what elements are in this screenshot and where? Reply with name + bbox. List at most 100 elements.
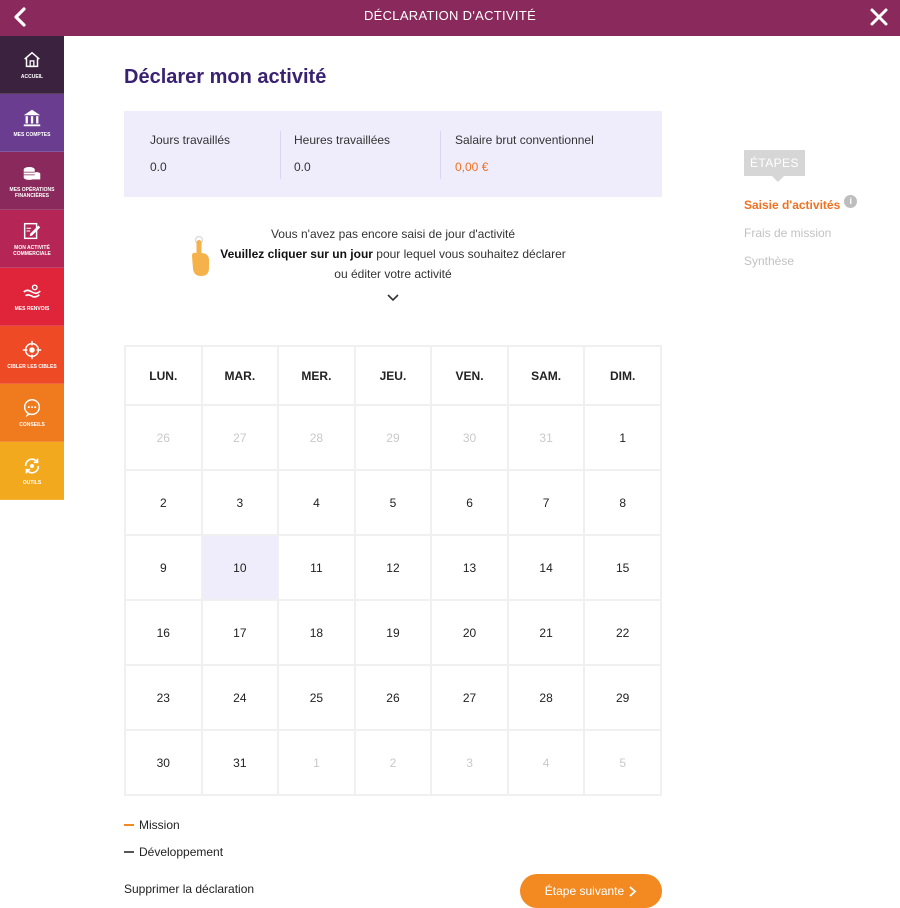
sidebar-item-label: MES OPÉRATIONS FINANCIÈRES xyxy=(9,187,55,199)
chat-icon xyxy=(23,399,41,418)
sidebar-item-label: MES COMPTES xyxy=(13,132,51,138)
calendar-day[interactable]: 13 xyxy=(430,534,509,601)
stat-label: Heures travaillées xyxy=(294,133,391,147)
calendar-day[interactable]: 19 xyxy=(353,599,433,666)
calendar-day[interactable]: 7 xyxy=(506,469,586,536)
sidebar-item-outils[interactable]: OUTILS xyxy=(0,442,64,500)
weekday-header-row: LUN. MAR. MER. JEU. VEN. SAM. DIM. xyxy=(124,345,662,406)
calendar-day[interactable]: 4 xyxy=(277,469,356,536)
page-title: Déclarer mon activité xyxy=(124,66,327,88)
calendar-day[interactable]: 9 xyxy=(124,534,203,601)
calendar-day[interactable]: 25 xyxy=(277,664,356,731)
next-step-button[interactable]: Étape suivante xyxy=(520,874,662,908)
steps-panel: ÉTAPES Saisie d'activités i Frais de mis… xyxy=(744,150,894,268)
weekday-header: JEU. xyxy=(353,345,433,406)
calendar-day[interactable]: 18 xyxy=(277,599,356,666)
stat-value: 0.0 xyxy=(294,160,311,174)
home-icon xyxy=(24,51,40,68)
sidebar-item-conseils[interactable]: CONSEILS xyxy=(0,384,64,442)
calendar-day: 4 xyxy=(506,729,586,796)
calendar-day: 26 xyxy=(124,404,203,471)
chevron-down-icon[interactable] xyxy=(386,293,400,303)
calendar-day[interactable]: 31 xyxy=(200,729,280,796)
calendar-day[interactable]: 15 xyxy=(583,534,662,601)
calendar-day[interactable]: 3 xyxy=(200,469,280,536)
step-frais[interactable]: Frais de mission xyxy=(744,226,894,240)
calendar-day[interactable]: 16 xyxy=(124,599,203,666)
calendar-day[interactable]: 14 xyxy=(506,534,586,601)
sidebar-item-mes-comptes[interactable]: MES COMPTES xyxy=(0,94,64,152)
activity-summary: Jours travaillés 0.0 Heures travaillées … xyxy=(124,111,662,197)
legend-swatch xyxy=(124,823,134,826)
calendar-day[interactable]: 17 xyxy=(200,599,280,666)
weekday-header: SAM. xyxy=(506,345,586,406)
calendar-day: 5 xyxy=(583,729,662,796)
calendar-day: 31 xyxy=(506,404,586,471)
calendar-day[interactable]: 8 xyxy=(583,469,662,536)
sidebar-item-cibles[interactable]: CIBLER LES CIBLES xyxy=(0,326,64,384)
calendar-day: 28 xyxy=(277,404,356,471)
hint-rest: pour lequel vous souhaitez déclarer xyxy=(372,247,566,261)
calendar-body: 26 27 28 29 30 31 1 2 3 4 5 6 7 8 9 10 11 12 13 14 15 16 17 18 1… xyxy=(124,404,662,796)
calendar-week-row: 2345678 xyxy=(124,469,662,536)
sidebar-item-label: OUTILS xyxy=(22,480,42,486)
next-step-label: Étape suivante xyxy=(544,884,625,898)
instruction-text: Vous n'avez pas encore saisi de jour d'a… xyxy=(124,224,662,284)
sidebar-item-activite[interactable]: MON ACTIVITÉ COMMERCIALE xyxy=(0,210,64,268)
calendar-day[interactable]: 11 xyxy=(277,534,356,601)
hint-line-2: Veuillez cliquer sur un jour pour lequel… xyxy=(124,244,662,264)
chevron-right-icon xyxy=(629,885,637,897)
legend: Mission Développement xyxy=(124,811,223,865)
calendar-day[interactable]: 24 xyxy=(200,664,280,731)
calendar-day[interactable]: 12 xyxy=(353,534,433,601)
window-title: DÉCLARATION D'ACTIVITÉ xyxy=(363,8,537,23)
weekday-header: VEN. xyxy=(430,345,509,406)
calendar-day[interactable]: 26 xyxy=(353,664,433,731)
calendar-week-row: 23 24 25 26 27 28 29 xyxy=(124,664,662,731)
calendar-day[interactable]: 30 xyxy=(124,729,203,796)
calendar-day[interactable]: 27 xyxy=(430,664,509,731)
step-synthese[interactable]: Synthèse xyxy=(744,254,894,268)
calendar-day[interactable]: 5 xyxy=(353,469,433,536)
legend-label: Mission xyxy=(139,817,180,832)
sidebar-item-accueil[interactable]: ACCUEIL xyxy=(0,36,64,94)
refresh-icon xyxy=(24,458,40,474)
calendar-day[interactable]: 29 xyxy=(583,664,662,731)
handshake-icon xyxy=(23,284,41,298)
calendar-day[interactable]: 28 xyxy=(506,664,586,731)
sidebar-item-label: MON ACTIVITÉ COMMERCIALE xyxy=(13,245,51,257)
step-label: Saisie d'activités xyxy=(744,198,841,212)
sidebar-item-renvois[interactable]: MES RENVOIS xyxy=(0,268,64,326)
delete-declaration-link[interactable]: Supprimer la déclaration xyxy=(124,882,254,896)
calendar-day[interactable]: 2 xyxy=(124,469,203,536)
legend-swatch xyxy=(124,850,134,853)
calendar-day[interactable]: 21 xyxy=(506,599,586,666)
calendar-day: 29 xyxy=(353,404,433,471)
coins-icon xyxy=(23,167,41,180)
step-label: Frais de mission xyxy=(744,226,832,240)
calendar-day[interactable]: 10 xyxy=(200,534,280,601)
legend-item-developpement: Développement xyxy=(124,838,223,865)
target-icon xyxy=(22,340,42,360)
calendar-day[interactable]: 6 xyxy=(430,469,509,536)
close-icon[interactable] xyxy=(866,4,892,30)
stat-value: 0,00 € xyxy=(455,160,489,174)
top-bar: DÉCLARATION D'ACTIVITÉ xyxy=(0,0,900,36)
calendar-week-row: 30 31 1 2 3 4 5 xyxy=(124,729,662,796)
sidebar: ACCUEIL MES COMPTES MES OPÉRATIONS FINAN… xyxy=(0,36,64,500)
calendar-day[interactable]: 20 xyxy=(430,599,509,666)
sidebar-item-label: CIBLER LES CIBLES xyxy=(7,364,57,370)
weekday-header: DIM. xyxy=(583,345,662,406)
calendar-day[interactable]: 1 xyxy=(583,404,662,471)
calendar-week-row: 9 10 11 12 13 14 15 xyxy=(124,534,662,601)
legend-item-mission: Mission xyxy=(124,811,223,838)
calendar-day[interactable]: 22 xyxy=(583,599,662,666)
step-saisie[interactable]: Saisie d'activités i xyxy=(744,194,894,212)
calendar-day[interactable]: 23 xyxy=(124,664,203,731)
weekday-header: LUN. xyxy=(124,345,203,406)
info-icon[interactable]: i xyxy=(844,194,858,208)
sidebar-item-operations[interactable]: MES OPÉRATIONS FINANCIÈRES xyxy=(0,152,64,210)
step-label: Synthèse xyxy=(744,254,795,268)
calendar-week-row: 26 27 28 29 30 31 1 xyxy=(124,404,662,471)
calendar-grid: LUN. MAR. MER. JEU. VEN. SAM. DIM. 26 27 2… xyxy=(124,345,662,796)
